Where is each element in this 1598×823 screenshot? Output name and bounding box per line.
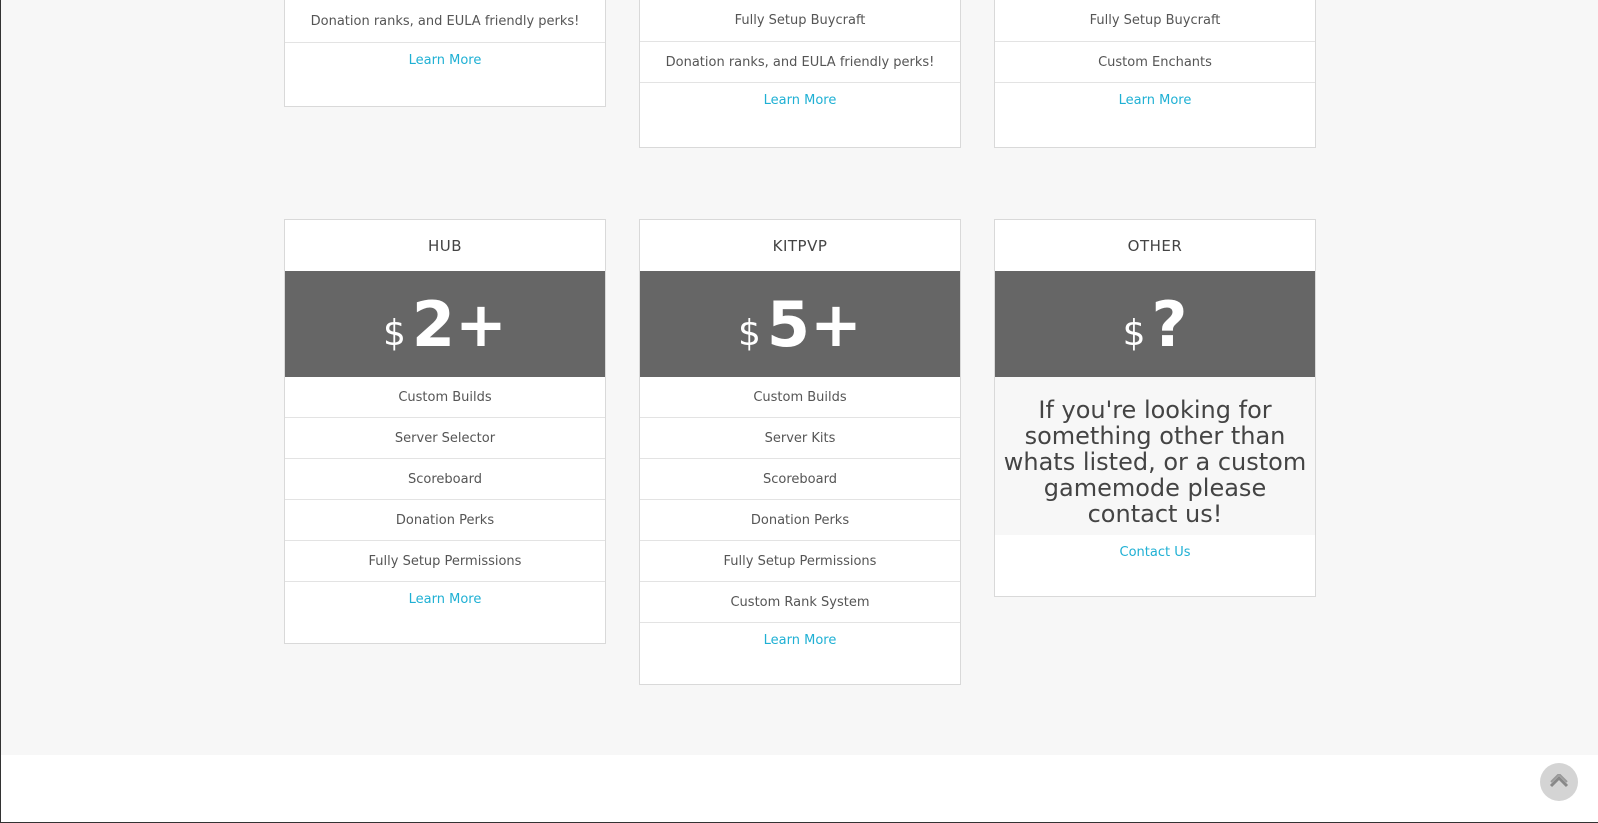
feature-row: Fully Setup Permissions [640, 541, 960, 582]
learn-more-link[interactable]: Learn More [764, 93, 837, 144]
feature-row: Custom Builds [640, 377, 960, 418]
currency-symbol: $ [1122, 312, 1146, 354]
price-amount: 5+ [766, 287, 862, 361]
feature-row: Fully Setup Buycraft [995, 0, 1315, 42]
plan-title: HUB [427, 236, 463, 255]
feature-label: Scoreboard [408, 471, 482, 487]
chevron-up-icon [1549, 772, 1569, 792]
feature-row: Donation Perks [285, 500, 605, 541]
feature-label: Custom Enchants [1098, 54, 1212, 70]
plan-card-top-3: Fully Setup Buycraft Custom Enchants Lea… [994, 0, 1316, 148]
learn-more-link[interactable]: Learn More [409, 592, 482, 643]
feature-row: Custom Builds [285, 377, 605, 418]
link-row: Learn More [995, 83, 1315, 144]
learn-more-link[interactable]: Learn More [1119, 93, 1192, 144]
feature-label: Server Kits [764, 430, 836, 446]
price-band: $ 2+ [285, 271, 605, 377]
price-amount: ? [1151, 287, 1188, 361]
plan-card-kitpvp: KITPVP $ 5+ Custom Builds Server Kits Sc… [639, 219, 961, 685]
currency-symbol: $ [383, 312, 406, 354]
feature-label: Donation ranks, and EULA friendly perks! [310, 13, 580, 29]
plan-card-top-2: Fully Setup Buycraft Donation ranks, and… [639, 0, 961, 148]
feature-label: Custom Builds [398, 389, 492, 405]
feature-label: Fully Setup Permissions [368, 553, 522, 569]
contact-us-link[interactable]: Contact Us [1120, 545, 1191, 596]
feature-row: Custom Rank System [640, 582, 960, 623]
link-row: Learn More [640, 623, 960, 684]
feature-label: Fully Setup Buycraft [1089, 13, 1221, 28]
feature-row: Donation ranks, and EULA friendly perks! [640, 42, 960, 83]
feature-row: Server Kits [640, 418, 960, 459]
feature-row: Custom Enchants [995, 42, 1315, 83]
learn-more-link[interactable]: Learn More [409, 53, 482, 103]
plan-title: OTHER [1127, 236, 1183, 255]
feature-label: Fully Setup Permissions [723, 553, 877, 569]
feature-row: Fully Setup Buycraft [640, 0, 960, 42]
currency-symbol: $ [738, 312, 761, 354]
plan-card-hub: HUB $ 2+ Custom Builds Server Selector S… [284, 219, 606, 644]
price-band: $ ? [995, 271, 1315, 377]
link-row: Contact Us [995, 535, 1315, 596]
feature-label: Donation Perks [750, 512, 850, 528]
price-amount: 2+ [411, 287, 507, 361]
plan-card-top-1: Donation ranks, and EULA friendly perks!… [284, 0, 606, 107]
feature-row: Donation ranks, and EULA friendly perks! [285, 0, 605, 42]
price-band: $ 5+ [640, 271, 960, 377]
learn-more-link[interactable]: Learn More [764, 633, 837, 684]
feature-label: Donation Perks [395, 512, 495, 528]
feature-label: Donation ranks, and EULA friendly perks! [665, 54, 935, 70]
feature-label: Scoreboard [763, 471, 837, 487]
link-row: Learn More [285, 42, 605, 103]
plan-title: KITPVP [772, 236, 828, 255]
scroll-to-top-button[interactable] [1540, 763, 1578, 801]
feature-row: Scoreboard [285, 459, 605, 500]
feature-label: Custom Builds [753, 389, 847, 405]
feature-row: Scoreboard [640, 459, 960, 500]
footer [1, 755, 1598, 822]
feature-label: Server Selector [394, 430, 496, 446]
feature-label: Custom Rank System [730, 594, 870, 610]
link-row: Learn More [285, 582, 605, 643]
custom-request-note: If you're looking for something other th… [995, 377, 1315, 535]
feature-row: Fully Setup Permissions [285, 541, 605, 582]
feature-row: Server Selector [285, 418, 605, 459]
plan-card-other: OTHER $ ? If you're looking for somethin… [994, 219, 1316, 597]
link-row: Learn More [640, 83, 960, 144]
feature-row: Donation Perks [640, 500, 960, 541]
feature-label: Fully Setup Buycraft [734, 13, 866, 28]
